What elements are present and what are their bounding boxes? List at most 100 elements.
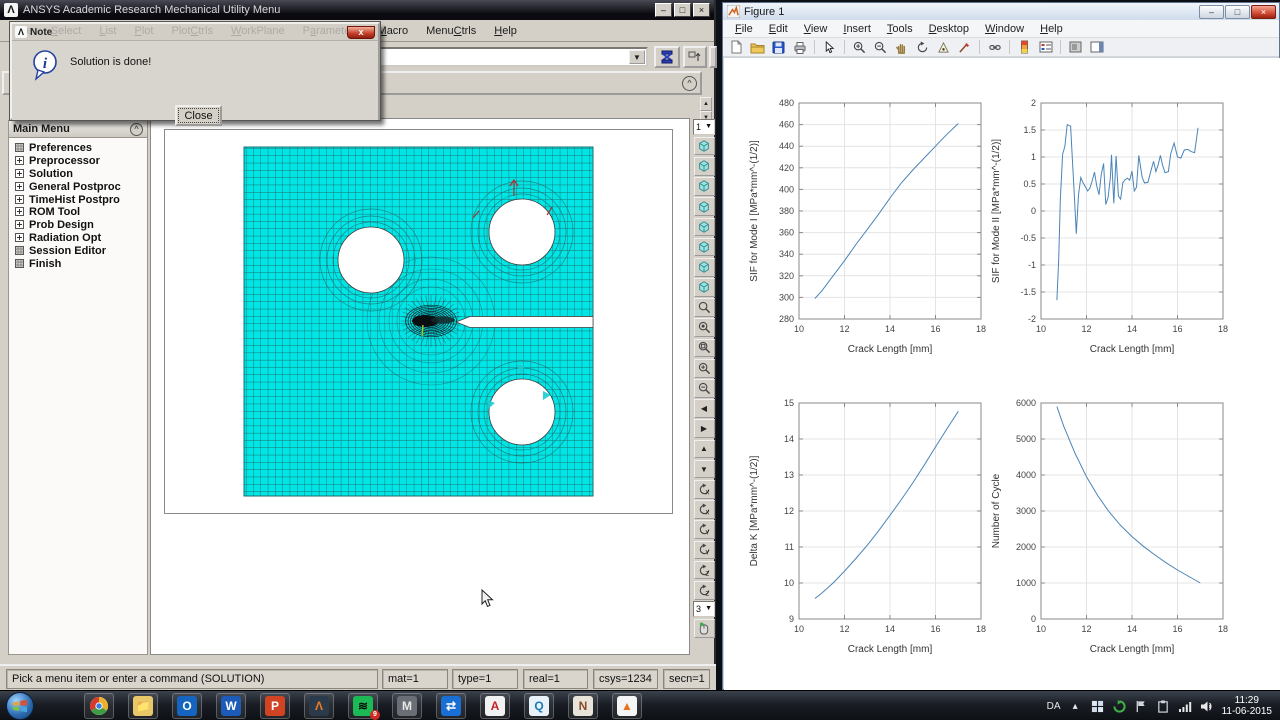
save-figure-button[interactable]: [769, 39, 788, 56]
main-menu-item-session-editor[interactable]: Session Editor: [9, 244, 147, 257]
pan-right-button[interactable]: ▶: [693, 419, 715, 439]
top-view-button[interactable]: [693, 217, 715, 237]
scroll-up-icon[interactable]: ▲: [700, 97, 712, 111]
rotate-x-pos-button[interactable]: X: [693, 500, 715, 519]
show-plot-tools-button[interactable]: [1087, 39, 1106, 56]
fig-menu-view[interactable]: View: [796, 21, 836, 37]
rotate-3d-button[interactable]: [913, 39, 932, 56]
bottom-view-button[interactable]: [693, 237, 715, 257]
toolbar-collapse-icon[interactable]: ^: [682, 76, 697, 91]
main-menu-item-general-postproc[interactable]: General Postproc: [9, 180, 147, 193]
fig-menu-window[interactable]: Window: [977, 21, 1032, 37]
insert-legend-button[interactable]: [1036, 39, 1055, 56]
fig-menu-insert[interactable]: Insert: [835, 21, 879, 37]
zoom-in-button[interactable]: [693, 358, 715, 378]
reset-picking-button[interactable]: [709, 46, 717, 68]
figure-titlebar[interactable]: Figure 1 – □ ×: [723, 3, 1279, 20]
zoom-out-button[interactable]: [693, 379, 715, 398]
note-dialog-titlebar[interactable]: Λ Note: [12, 24, 378, 41]
fig-menu-file[interactable]: File: [727, 21, 761, 37]
rotate-z-pos-button[interactable]: Z: [693, 580, 715, 600]
pan-up-button[interactable]: ▲: [693, 439, 715, 459]
data-cursor-button[interactable]: [934, 39, 953, 56]
new-figure-button[interactable]: [727, 39, 746, 56]
dynamic-mode-mouse-button[interactable]: [693, 618, 715, 638]
volume-icon[interactable]: [1200, 699, 1215, 714]
main-menu-item-prob-design[interactable]: Prob Design: [9, 219, 147, 232]
menu-help[interactable]: Help: [485, 22, 526, 40]
fig-menu-desktop[interactable]: Desktop: [921, 21, 977, 37]
figure-minimize-button[interactable]: –: [1199, 5, 1224, 19]
oblique-view-button[interactable]: [693, 156, 715, 176]
word-taskbar-icon[interactable]: W: [216, 693, 246, 719]
tray-flag-icon[interactable]: [1134, 699, 1149, 714]
matlab-taskbar-icon[interactable]: Λ: [304, 693, 334, 719]
figure-maximize-button[interactable]: □: [1225, 5, 1250, 19]
spotify-taskbar-icon[interactable]: ≋ 9: [348, 693, 380, 720]
main-menu-item-rom-tool[interactable]: ROM Tool: [9, 206, 147, 219]
rotate-z-neg-button[interactable]: Z: [693, 560, 715, 580]
notebook-app-taskbar-icon[interactable]: N: [568, 693, 598, 719]
tray-windows-icon[interactable]: [1090, 699, 1105, 714]
show-hidden-icons-button[interactable]: ▴: [1068, 699, 1083, 714]
rotate-x-neg-button[interactable]: X: [693, 479, 715, 499]
rate-select-dropdown[interactable]: 3 ▼: [693, 601, 715, 617]
ansys-maximize-button[interactable]: □: [674, 3, 691, 17]
rotate-y-pos-button[interactable]: Y: [693, 540, 715, 560]
fig-menu-tools[interactable]: Tools: [879, 21, 921, 37]
launch-tool-button[interactable]: [654, 46, 680, 68]
main-menu-item-timehist-postpro[interactable]: TimeHist Postpro: [9, 193, 147, 206]
zoom-box-button[interactable]: [693, 338, 715, 358]
hide-plot-tools-button[interactable]: [1066, 39, 1085, 56]
dynamic-model-mode-button[interactable]: [693, 298, 715, 317]
ansys-titlebar[interactable]: Λ ANSYS Academic Research Mechanical Uti…: [0, 0, 714, 20]
main-menu-item-preprocessor[interactable]: Preprocessor: [9, 155, 147, 168]
pan-down-button[interactable]: ▼: [693, 459, 715, 479]
insert-colorbar-button[interactable]: [1015, 39, 1034, 56]
chrome-taskbar-icon[interactable]: [84, 693, 114, 719]
zoom-in-button[interactable]: [850, 39, 869, 56]
tray-clipboard-icon[interactable]: [1156, 699, 1171, 714]
ansys-close-button[interactable]: ×: [693, 3, 710, 17]
outlook-taskbar-icon[interactable]: O: [172, 693, 202, 719]
dialog-close-button[interactable]: Close: [175, 105, 222, 126]
ansys-minimize-button[interactable]: –: [655, 3, 672, 17]
teamviewer-taskbar-icon[interactable]: ⇄: [436, 693, 466, 719]
tray-sync-icon[interactable]: [1112, 699, 1127, 714]
vlc-taskbar-icon[interactable]: ▲: [612, 693, 642, 719]
right-view-button[interactable]: [693, 278, 715, 297]
fig-menu-edit[interactable]: Edit: [761, 21, 796, 37]
front-view-button[interactable]: [693, 177, 715, 196]
explorer-taskbar-icon[interactable]: 📁: [128, 693, 158, 719]
main-menu-collapse-icon[interactable]: ^: [130, 122, 143, 136]
raise-hidden-button[interactable]: [683, 46, 707, 68]
brush-data-button[interactable]: [955, 39, 974, 56]
main-menu-item-preferences[interactable]: Preferences: [9, 142, 147, 155]
back-view-button[interactable]: [693, 197, 715, 216]
powerpoint-taskbar-icon[interactable]: P: [260, 693, 290, 719]
fit-view-button[interactable]: [693, 318, 715, 338]
menu-menuctrls[interactable]: MenuCtrls: [417, 22, 485, 40]
network-icon[interactable]: [1178, 699, 1193, 714]
main-menu-item-solution[interactable]: Solution: [9, 168, 147, 181]
main-menu-item-finish[interactable]: Finish: [9, 257, 147, 270]
figure-close-button[interactable]: ×: [1251, 5, 1276, 19]
isometric-view-button[interactable]: [693, 136, 715, 156]
open-file-button[interactable]: [748, 39, 767, 56]
m-app-taskbar-icon[interactable]: M: [392, 693, 422, 719]
print-figure-button[interactable]: [790, 39, 809, 56]
main-menu-item-radiation-opt[interactable]: Radiation Opt: [9, 232, 147, 245]
edit-plot-button[interactable]: [820, 39, 839, 56]
plot-window-select-dropdown[interactable]: 1 ▼: [693, 119, 715, 135]
link-plot-button[interactable]: [985, 39, 1004, 56]
fig-menu-help[interactable]: Help: [1032, 21, 1071, 37]
command-history-dropdown-icon[interactable]: ▼: [629, 50, 645, 64]
language-indicator[interactable]: DA: [1047, 701, 1061, 712]
zoom-out-button[interactable]: [871, 39, 890, 56]
pan-left-button[interactable]: ◀: [693, 399, 715, 418]
left-view-button[interactable]: [693, 257, 715, 277]
clock[interactable]: 11:29 11-06-2015: [1222, 695, 1276, 717]
rotate-y-neg-button[interactable]: Y: [693, 520, 715, 539]
acrobat-taskbar-icon[interactable]: A: [480, 693, 510, 719]
q-app-taskbar-icon[interactable]: Q: [524, 693, 554, 719]
